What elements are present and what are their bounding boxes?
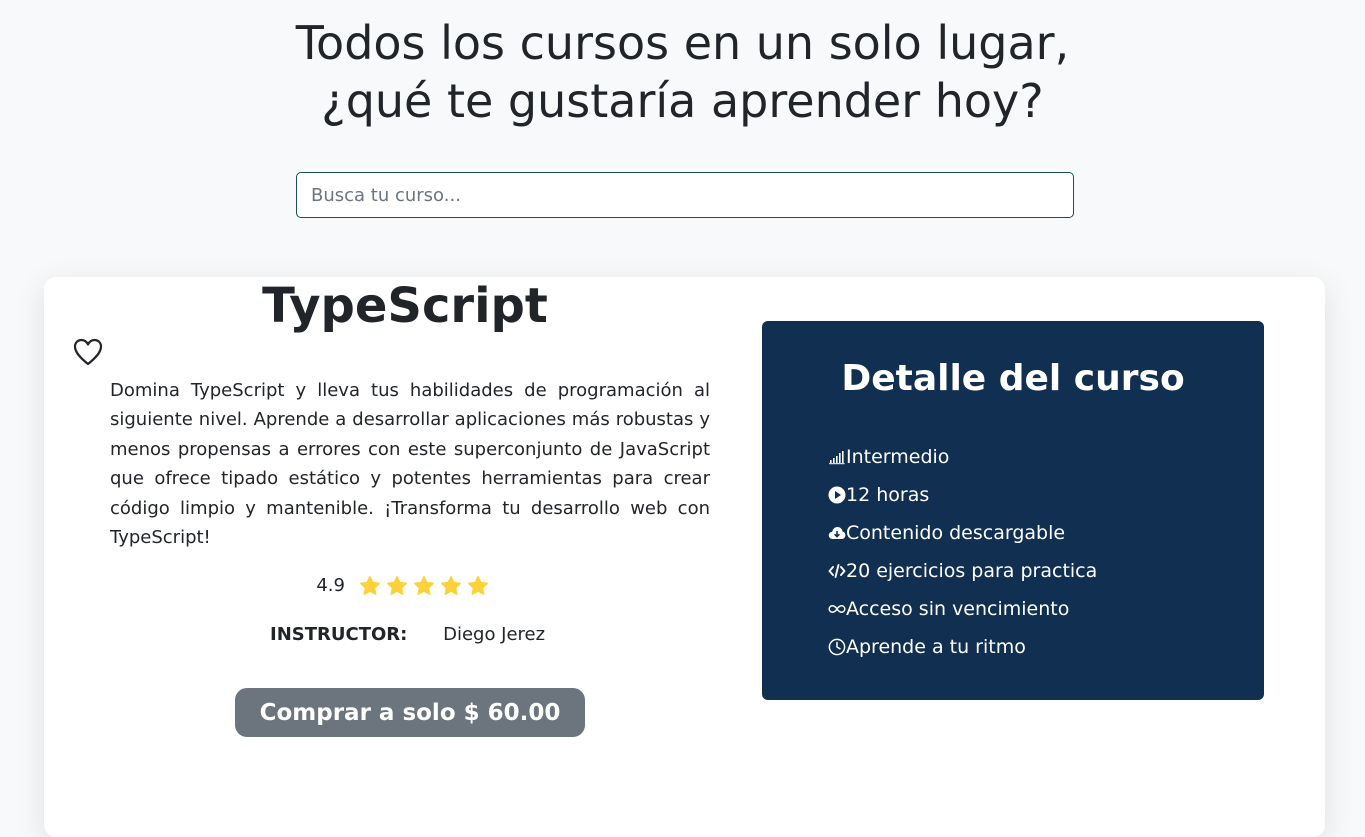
details-list: Intermedio 12 horas Contenido descargabl… bbox=[828, 438, 1097, 666]
details-item-label: 20 ejercicios para practica bbox=[846, 560, 1098, 582]
star-icon bbox=[413, 575, 434, 595]
star-icon bbox=[386, 575, 407, 595]
details-item-exercises: 20 ejercicios para practica bbox=[828, 552, 1097, 590]
details-item-level: Intermedio bbox=[828, 438, 1097, 476]
hero: Todos los cursos en un solo lugar, ¿qué … bbox=[0, 0, 1365, 130]
details-item-label: Contenido descargable bbox=[846, 522, 1066, 544]
details-item-access: Acceso sin vencimiento bbox=[828, 590, 1097, 628]
details-item-label: Aprende a tu ritmo bbox=[846, 636, 1026, 658]
course-description: Domina TypeScript y lleva tus habilidade… bbox=[110, 380, 710, 549]
details-item-pace: Aprende a tu ritmo bbox=[828, 628, 1097, 666]
details-item-label: Intermedio bbox=[846, 446, 950, 468]
rating-value: 4.9 bbox=[316, 575, 345, 596]
star-icon bbox=[359, 575, 380, 595]
details-item-duration: 12 horas bbox=[828, 476, 1097, 514]
signal-bars-icon bbox=[829, 451, 845, 465]
page-title: Todos los cursos en un solo lugar, ¿qué … bbox=[0, 14, 1365, 130]
star-icon bbox=[467, 575, 488, 595]
course-details-panel: Detalle del curso Intermedio 12 horas Co… bbox=[762, 321, 1264, 700]
details-item-download: Contenido descargable bbox=[828, 514, 1097, 552]
course-rating: 4.9 bbox=[44, 573, 766, 599]
course-title: TypeScript bbox=[262, 278, 548, 334]
details-item-label: 12 horas bbox=[846, 484, 930, 506]
instructor: INSTRUCTOR: Diego Jerez bbox=[270, 622, 545, 648]
clock-icon bbox=[828, 638, 846, 656]
code-icon bbox=[828, 564, 846, 578]
course-card: TypeScript Domina TypeScript y lleva tus… bbox=[44, 277, 1325, 837]
instructor-label: INSTRUCTOR: bbox=[270, 624, 408, 645]
page-title-line1: Todos los cursos en un solo lugar, bbox=[295, 16, 1070, 70]
star-icon bbox=[440, 575, 461, 595]
cloud-download-icon bbox=[828, 527, 846, 539]
instructor-name: Diego Jerez bbox=[443, 624, 546, 645]
play-circle-icon bbox=[828, 486, 846, 504]
search-input[interactable] bbox=[297, 173, 1073, 217]
infinity-icon bbox=[828, 605, 846, 613]
buy-button[interactable]: Comprar a solo $ 60.00 bbox=[235, 688, 585, 737]
search-box bbox=[296, 172, 1074, 218]
details-item-label: Acceso sin vencimiento bbox=[846, 598, 1070, 620]
page-title-line2: ¿qué te gustaría aprender hoy? bbox=[321, 74, 1044, 128]
rating-stars bbox=[359, 573, 494, 599]
details-title: Detalle del curso bbox=[841, 358, 1185, 399]
heart-icon[interactable] bbox=[72, 337, 104, 367]
